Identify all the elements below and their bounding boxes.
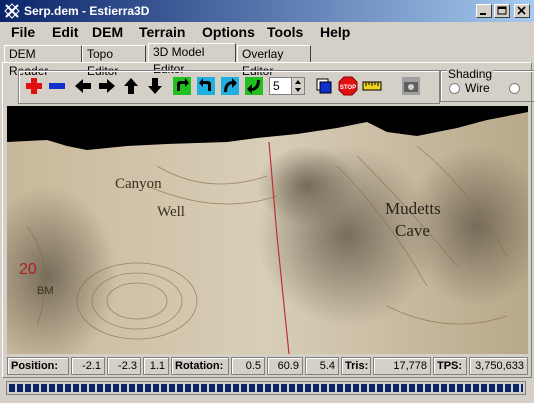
plus-icon[interactable] <box>24 76 44 96</box>
svg-text:STOP: STOP <box>340 85 356 91</box>
position-label: Position: <box>7 357 69 375</box>
close-button[interactable] <box>514 4 530 18</box>
tps-value: 3,750,633 <box>469 357 528 375</box>
stop-icon[interactable]: STOP <box>338 76 358 96</box>
step-value[interactable]: 5 <box>273 79 280 93</box>
toolbar: 5 STOP <box>18 70 440 104</box>
tab-overlay-editor[interactable]: Overlay Editor <box>237 45 311 78</box>
radio-wire[interactable] <box>449 83 460 94</box>
menu-terrain[interactable]: Terrain <box>139 24 185 40</box>
tilt-up-icon[interactable] <box>220 76 240 96</box>
step-spinner[interactable]: 5 <box>269 77 305 95</box>
close-icon <box>517 6 526 15</box>
menu-file[interactable]: File <box>11 24 35 40</box>
measure-icon[interactable] <box>362 76 382 96</box>
progress-bar <box>6 381 526 395</box>
rotation-x: 0.5 <box>231 357 265 375</box>
tps-label: TPS: <box>433 357 467 375</box>
radio-wire-label: Wire <box>465 81 490 95</box>
camera-icon[interactable] <box>401 76 421 96</box>
arrow-down-icon[interactable] <box>145 76 165 96</box>
app-icon <box>4 3 20 19</box>
position-y: -2.3 <box>107 357 141 375</box>
minimize-icon <box>480 13 486 15</box>
progress-fill <box>9 384 523 392</box>
position-x: -2.1 <box>71 357 105 375</box>
tris-value: 17,778 <box>373 357 431 375</box>
minimize-button[interactable] <box>476 4 492 18</box>
minus-icon[interactable] <box>47 76 67 96</box>
shading-label: Shading <box>447 67 494 81</box>
menu-tools[interactable]: Tools <box>267 24 303 40</box>
title-bar: Serp.dem - Estierra3D <box>0 0 534 22</box>
tab-strip: DEM Reader Topo Editor 3D Model Editor O… <box>0 43 534 78</box>
terrain-render[interactable]: Canyon Well 20 BM Mudetts Cave <box>7 106 528 354</box>
arrow-up-icon[interactable] <box>121 76 141 96</box>
tab-topo-editor[interactable]: Topo Editor <box>82 45 146 78</box>
shading-group: Shading Wire <box>440 67 534 102</box>
render-mode-icon[interactable] <box>314 76 334 96</box>
menu-edit[interactable]: Edit <box>52 24 78 40</box>
rotation-y: 60.9 <box>267 357 303 375</box>
maximize-icon <box>497 6 507 15</box>
rotation-z: 5.4 <box>305 357 339 375</box>
map-label-cave: Cave <box>395 221 430 240</box>
tilt-down-icon[interactable] <box>244 76 264 96</box>
map-label-20: 20 <box>19 261 37 278</box>
maximize-button[interactable] <box>494 4 510 18</box>
menu-bar: File Edit DEM Terrain Options Tools Help <box>0 22 534 42</box>
tab-dem-reader[interactable]: DEM Reader <box>4 45 82 78</box>
map-label-canyon: Canyon <box>115 176 162 192</box>
arrow-left-icon[interactable] <box>73 76 93 96</box>
menu-help[interactable]: Help <box>320 24 350 40</box>
window-title: Serp.dem - Estierra3D <box>24 4 150 18</box>
map-label-mudetts: Mudetts <box>385 199 441 218</box>
position-z: 1.1 <box>143 357 169 375</box>
arrow-right-icon[interactable] <box>97 76 117 96</box>
ridge-peak <box>257 146 357 226</box>
rotate-left-icon[interactable] <box>196 76 216 96</box>
rotate-right-icon[interactable] <box>172 76 192 96</box>
map-label-well: Well <box>157 204 185 220</box>
menu-options[interactable]: Options <box>202 24 255 40</box>
menu-dem[interactable]: DEM <box>92 24 123 40</box>
spinner-up-down-icon[interactable] <box>292 78 304 94</box>
tab-3d-model-editor[interactable]: 3D Model Editor <box>148 43 236 76</box>
radio-shading-next[interactable] <box>509 83 520 94</box>
3d-viewport[interactable]: Canyon Well 20 BM Mudetts Cave <box>7 106 528 354</box>
tris-label: Tris: <box>341 357 371 375</box>
rotation-label: Rotation: <box>171 357 229 375</box>
spinner-arrows[interactable] <box>291 78 304 94</box>
status-bar: Position: -2.1 -2.3 1.1 Rotation: 0.5 60… <box>7 357 528 377</box>
map-label-bm: BM <box>37 285 54 297</box>
